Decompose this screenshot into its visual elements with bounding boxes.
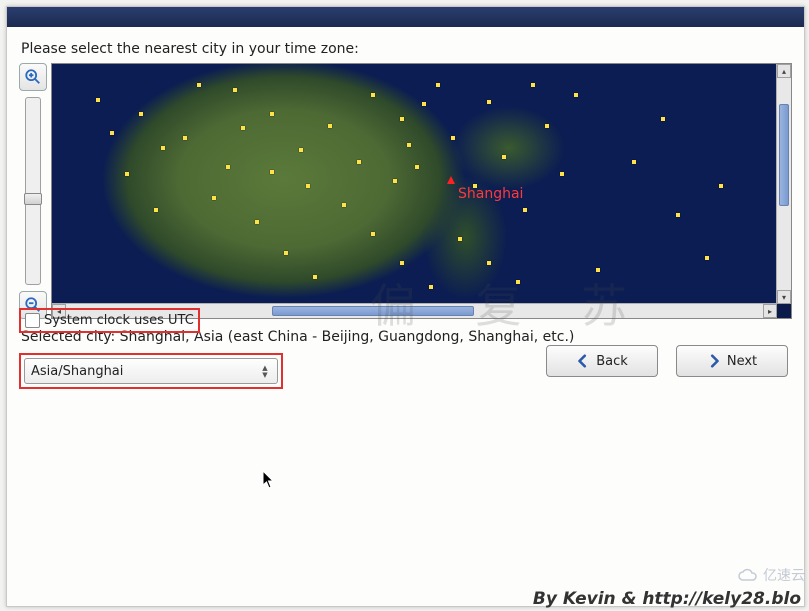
city-dot[interactable] <box>632 160 636 164</box>
city-dot[interactable] <box>487 100 491 104</box>
city-dot[interactable] <box>560 172 564 176</box>
city-dot[interactable] <box>212 196 216 200</box>
city-dot[interactable] <box>596 268 600 272</box>
city-dot[interactable] <box>407 143 411 147</box>
arrow-right-icon <box>707 354 721 368</box>
city-dot[interactable] <box>719 184 723 188</box>
arrow-left-icon <box>576 354 590 368</box>
zoom-in-button[interactable] <box>19 63 47 91</box>
utc-checkbox-label[interactable]: System clock uses UTC <box>44 313 194 328</box>
city-dot[interactable] <box>110 131 114 135</box>
horizontal-scroll-thumb[interactable] <box>272 306 474 316</box>
city-dot[interactable] <box>328 124 332 128</box>
back-button[interactable]: Back <box>546 345 658 377</box>
city-dot[interactable] <box>241 126 245 130</box>
utc-checkbox[interactable] <box>25 313 40 328</box>
city-dot[interactable] <box>422 102 426 106</box>
city-dot[interactable] <box>284 251 288 255</box>
map-area: Shanghai ▴ ▾ ◂ ▸ <box>19 63 792 319</box>
city-dot[interactable] <box>226 165 230 169</box>
city-dot[interactable] <box>415 165 419 169</box>
city-dot[interactable] <box>451 136 455 140</box>
timezone-combobox-value: Asia/Shanghai <box>31 364 123 379</box>
selected-city-marker <box>447 176 455 184</box>
city-dot[interactable] <box>705 256 709 260</box>
city-dot[interactable] <box>574 93 578 97</box>
city-dot[interactable] <box>371 232 375 236</box>
city-dot[interactable] <box>371 93 375 97</box>
back-button-label: Back <box>596 354 628 369</box>
city-dot[interactable] <box>676 213 680 217</box>
city-dot[interactable] <box>197 83 201 87</box>
zoom-in-icon <box>24 68 42 86</box>
timezone-prompt: Please select the nearest city in your t… <box>21 41 792 57</box>
map-canvas[interactable]: Shanghai <box>52 64 777 304</box>
city-dot[interactable] <box>342 203 346 207</box>
city-dot[interactable] <box>255 220 259 224</box>
installer-window: Please select the nearest city in your t… <box>6 6 805 607</box>
next-button-label: Next <box>727 354 757 369</box>
city-dot[interactable] <box>393 179 397 183</box>
title-bar <box>7 7 804 27</box>
city-dot[interactable] <box>125 172 129 176</box>
next-button[interactable]: Next <box>676 345 788 377</box>
city-dot[interactable] <box>661 117 665 121</box>
scroll-up-button[interactable]: ▴ <box>777 64 791 78</box>
city-dot[interactable] <box>436 83 440 87</box>
city-dot[interactable] <box>270 112 274 116</box>
city-dot[interactable] <box>233 88 237 92</box>
city-dot[interactable] <box>429 285 433 289</box>
city-dot[interactable] <box>161 146 165 150</box>
city-dot[interactable] <box>400 117 404 121</box>
city-dot[interactable] <box>306 184 310 188</box>
city-dot[interactable] <box>183 136 187 140</box>
timezone-combobox[interactable]: Asia/Shanghai ▲▼ <box>24 358 278 384</box>
combobox-arrows-icon: ▲▼ <box>259 365 271 378</box>
city-dot[interactable] <box>299 148 303 152</box>
city-dot[interactable] <box>154 208 158 212</box>
city-dot[interactable] <box>545 124 549 128</box>
navigation-buttons: Back Next <box>546 345 788 377</box>
city-dot[interactable] <box>487 261 491 265</box>
city-dot[interactable] <box>313 275 317 279</box>
zoom-slider[interactable] <box>25 97 41 285</box>
map-vertical-scrollbar[interactable]: ▴ ▾ <box>776 64 791 304</box>
city-dot[interactable] <box>531 83 535 87</box>
city-dot[interactable] <box>458 237 462 241</box>
city-dot[interactable] <box>270 170 274 174</box>
scroll-down-button[interactable]: ▾ <box>777 290 791 304</box>
zoom-slider-thumb[interactable] <box>24 193 42 205</box>
city-dot[interactable] <box>400 261 404 265</box>
scroll-right-button[interactable]: ▸ <box>763 304 777 318</box>
content-area: Please select the nearest city in your t… <box>7 27 804 389</box>
timezone-map[interactable]: Shanghai ▴ ▾ ◂ ▸ <box>51 63 792 319</box>
timezone-combo-highlight: Asia/Shanghai ▲▼ <box>19 353 283 389</box>
city-dot[interactable] <box>516 280 520 284</box>
utc-option-highlight: System clock uses UTC <box>19 308 200 333</box>
city-dot[interactable] <box>139 112 143 116</box>
city-dot[interactable] <box>502 155 506 159</box>
selected-city-label: Shanghai <box>458 186 523 202</box>
vertical-scroll-thumb[interactable] <box>779 104 789 206</box>
zoom-controls <box>19 63 47 319</box>
city-dot[interactable] <box>357 160 361 164</box>
city-dot[interactable] <box>523 208 527 212</box>
city-dot[interactable] <box>96 98 100 102</box>
